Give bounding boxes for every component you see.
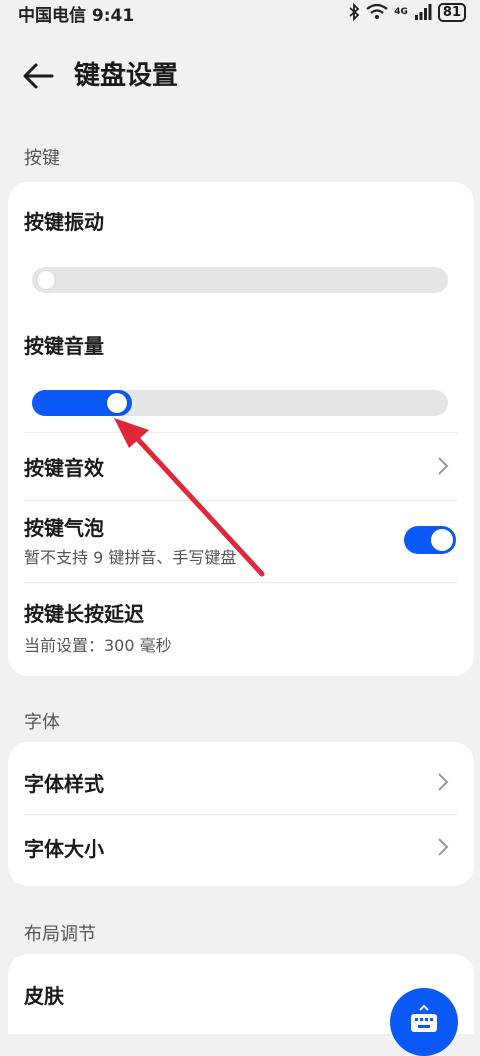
chevron-right-icon [438,838,449,856]
volume-slider[interactable] [32,390,448,416]
font-style-label: 字体样式 [24,772,104,796]
sound-effect-label: 按键音效 [24,456,104,480]
font-size-label: 字体大小 [24,837,104,861]
bubble-label: 按键气泡 [24,516,104,540]
chevron-right-icon [438,773,449,791]
bubble-subtitle: 暂不支持 9 键拼音、手写键盘 [24,548,237,567]
font-size-row[interactable]: 字体大小 [8,815,474,885]
font-style-row[interactable]: 字体样式 [8,742,474,814]
skin-label: 皮肤 [24,984,64,1008]
section-title-keys: 按键 [24,148,60,169]
bubble-row: 按键气泡 暂不支持 9 键拼音、手写键盘 [8,502,474,578]
section-title-font: 字体 [24,712,60,733]
wifi-icon [366,4,388,19]
status-bar: 中国电信 9:41 4G 81 [0,0,480,26]
section-title-layout: 布局调节 [24,924,96,945]
long-press-row[interactable]: 按键长按延迟 当前设置：300 毫秒 [8,584,474,670]
sound-effect-row[interactable]: 按键音效 [8,434,474,498]
battery-level: 81 [437,2,466,22]
divider [24,500,458,501]
toggle-knob [431,529,453,551]
font-card: 字体样式 字体大小 [8,742,474,886]
chevron-right-icon [438,457,449,475]
header: 键盘设置 [0,48,480,104]
long-press-subtitle: 当前设置：300 毫秒 [24,636,172,655]
bubble-toggle[interactable] [404,526,456,554]
long-press-label: 按键长按延迟 [24,602,144,626]
page-title: 键盘设置 [74,61,179,91]
back-arrow-icon [23,63,54,89]
back-button[interactable] [20,58,56,94]
bluetooth-icon [349,3,360,21]
vibration-label: 按键振动 [24,210,104,234]
signal-icon [414,4,432,20]
status-icons: 4G 81 [348,1,466,23]
divider [24,432,458,433]
vibration-slider[interactable] [32,267,448,293]
keys-card: 按键振动 按键音量 按键音效 按键气泡 暂不支持 9 键拼音、手写键盘 按键长按… [8,182,474,676]
volume-label: 按键音量 [24,334,104,358]
volume-slider-thumb[interactable] [107,393,127,413]
carrier-time: 中国电信 9:41 [18,6,135,26]
vibration-slider-thumb[interactable] [36,270,56,290]
network-type: 4G [394,7,408,17]
keyboard-float-button[interactable] [390,988,458,1056]
keyboard-icon [411,1004,437,1032]
divider [24,582,458,583]
